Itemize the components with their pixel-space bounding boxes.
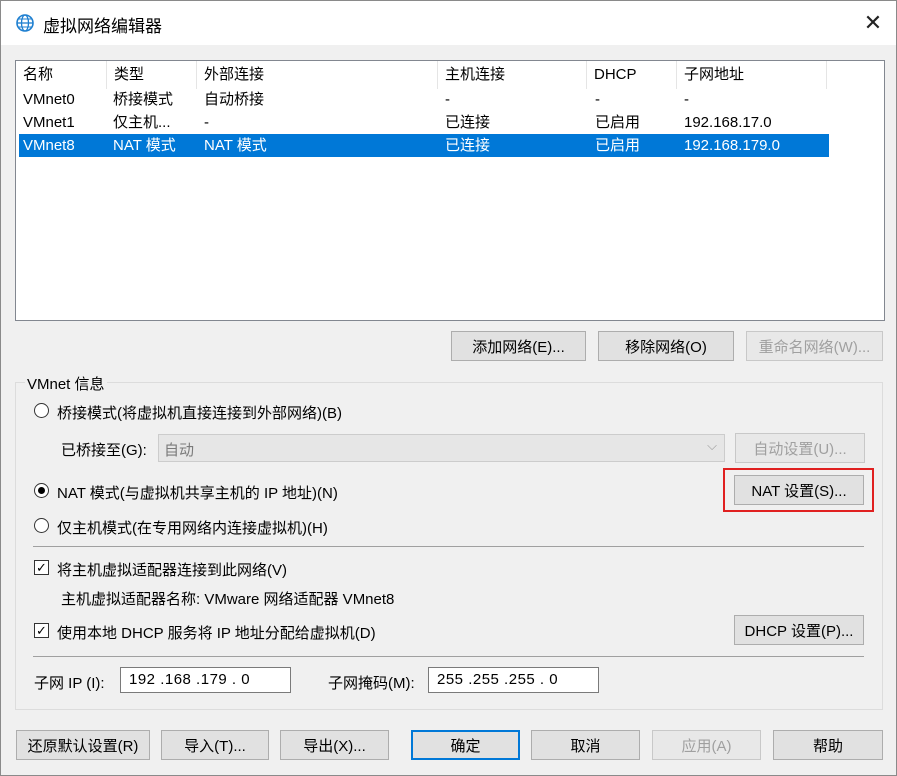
row-subnet: 192.168.17.0 — [684, 114, 772, 131]
chevron-down-icon: ⌵ — [707, 438, 717, 453]
window-title: 虚拟网络编辑器 — [43, 17, 162, 36]
virtual-network-editor-window: 虚拟网络编辑器 ✕ 名称 类型 外部连接 主机连接 DHCP 子网地址 VMne… — [0, 0, 897, 776]
column-header-subnet[interactable]: 子网地址 — [677, 61, 827, 89]
row-name: VMnet0 — [23, 91, 75, 108]
auto-settings-button[interactable]: 自动设置(U)... — [735, 433, 865, 463]
row-external: 自动桥接 — [204, 91, 265, 108]
table-row[interactable]: VMnet0 桥接模式 自动桥接 - - - — [19, 88, 829, 111]
column-header-type[interactable]: 类型 — [107, 61, 197, 89]
restore-defaults-button[interactable]: 还原默认设置(R) — [16, 730, 150, 760]
table-row[interactable]: VMnet1 仅主机... - 已连接 已启用 192.168.17.0 — [19, 111, 829, 134]
row-name: VMnet1 — [23, 114, 75, 131]
bridged-to-label: 已桥接至(G): — [61, 442, 147, 459]
dhcp-checkbox[interactable]: ✓ — [34, 623, 49, 638]
nat-mode-radio[interactable] — [34, 483, 49, 498]
column-header-dhcp[interactable]: DHCP — [587, 61, 677, 89]
row-host: 已连接 — [445, 137, 491, 154]
add-network-button[interactable]: 添加网络(E)... — [451, 331, 586, 361]
remove-network-button[interactable]: 移除网络(O) — [598, 331, 734, 361]
globe-icon — [16, 14, 34, 32]
row-dhcp: - — [595, 91, 600, 108]
bridged-to-select[interactable]: 自动 ⌵ — [158, 434, 725, 462]
row-name: VMnet8 — [23, 137, 75, 154]
row-subnet: 192.168.179.0 — [684, 137, 780, 154]
subnet-mask-input[interactable]: 255 .255 .255 . 0 — [428, 667, 599, 693]
bridged-mode-label[interactable]: 桥接模式(将虚拟机直接连接到外部网络)(B) — [57, 402, 342, 423]
column-header-external[interactable]: 外部连接 — [197, 61, 438, 89]
host-only-radio[interactable] — [34, 518, 49, 533]
row-type: 桥接模式 — [113, 91, 174, 108]
connect-adapter-label[interactable]: 将主机虚拟适配器连接到此网络(V) — [57, 559, 287, 580]
import-button[interactable]: 导入(T)... — [161, 730, 269, 760]
highlight-box — [723, 468, 874, 512]
table-row-selected[interactable]: VMnet8 NAT 模式 NAT 模式 已连接 已启用 192.168.179… — [19, 134, 829, 157]
help-button[interactable]: 帮助 — [773, 730, 883, 760]
divider — [33, 656, 864, 657]
row-type: 仅主机... — [113, 114, 171, 131]
connect-adapter-checkbox[interactable]: ✓ — [34, 560, 49, 575]
subnet-ip-label: 子网 IP (I): — [34, 675, 105, 692]
divider — [33, 546, 864, 547]
row-subnet: - — [684, 91, 689, 108]
title-bar: 虚拟网络编辑器 ✕ — [1, 1, 896, 45]
adapter-name-text: 主机虚拟适配器名称: VMware 网络适配器 VMnet8 — [61, 591, 395, 608]
apply-button[interactable]: 应用(A) — [652, 730, 761, 760]
column-header-name[interactable]: 名称 — [16, 61, 107, 89]
row-host: 已连接 — [445, 114, 491, 131]
close-icon: ✕ — [863, 10, 883, 35]
row-host: - — [445, 91, 450, 108]
rename-network-button[interactable]: 重命名网络(W)... — [746, 331, 883, 361]
bridged-mode-radio[interactable] — [34, 403, 49, 418]
cancel-button[interactable]: 取消 — [531, 730, 640, 760]
list-header: 名称 类型 外部连接 主机连接 DHCP 子网地址 — [16, 61, 884, 89]
network-list[interactable]: 名称 类型 外部连接 主机连接 DHCP 子网地址 VMnet0 桥接模式 自动… — [15, 60, 885, 321]
row-dhcp: 已启用 — [595, 137, 641, 154]
dhcp-label[interactable]: 使用本地 DHCP 服务将 IP 地址分配给虚拟机(D) — [57, 622, 376, 643]
row-external: - — [204, 114, 209, 131]
subnet-ip-input[interactable]: 192 .168 .179 . 0 — [120, 667, 291, 693]
row-external: NAT 模式 — [204, 137, 267, 154]
subnet-mask-label: 子网掩码(M): — [328, 675, 415, 692]
export-button[interactable]: 导出(X)... — [280, 730, 389, 760]
bridged-to-value: 自动 — [164, 442, 195, 459]
dhcp-settings-button[interactable]: DHCP 设置(P)... — [734, 615, 864, 645]
vmnet-info-label: VMnet 信息 — [25, 373, 107, 394]
column-header-host[interactable]: 主机连接 — [438, 61, 587, 89]
close-button[interactable]: ✕ — [850, 1, 896, 45]
ok-button[interactable]: 确定 — [411, 730, 520, 760]
host-only-label[interactable]: 仅主机模式(在专用网络内连接虚拟机)(H) — [57, 517, 328, 538]
nat-mode-label[interactable]: NAT 模式(与虚拟机共享主机的 IP 地址)(N) — [57, 482, 338, 503]
row-dhcp: 已启用 — [595, 114, 641, 131]
row-type: NAT 模式 — [113, 137, 176, 154]
